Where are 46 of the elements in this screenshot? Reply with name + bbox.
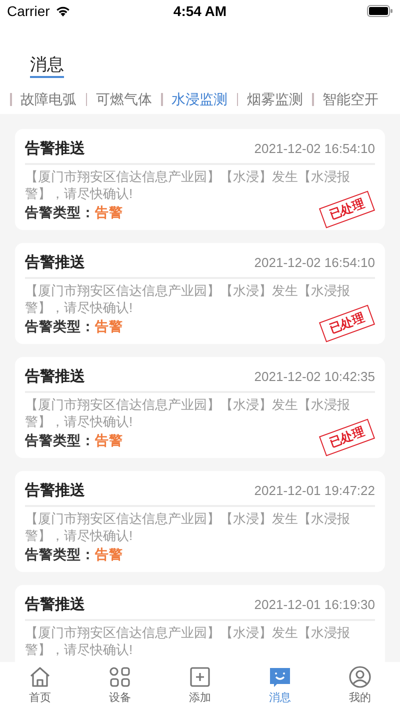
category-tab[interactable]: 水浸监测 [172, 88, 228, 110]
message-text: 【厦门市翔安区信达信息产业园】【水浸】发生【水浸报警】，请尽快确认! [25, 510, 351, 544]
message-title: 告警推送 [25, 481, 85, 501]
wifi-icon [54, 5, 71, 17]
message-card[interactable]: 告警推送 2021-12-01 16:19:30 【厦门市翔安区信达信息产业园】【水浸】发生【水浸报警】，请尽快确认! [15, 585, 385, 662]
tab-bar-item[interactable]: 首页 [0, 664, 80, 705]
status-time: 4:54 AM [173, 2, 227, 20]
category-tab[interactable]: 智能空开 [322, 88, 378, 110]
alarm-type-label: 告警类型： [25, 318, 95, 336]
grid-icon [107, 664, 133, 690]
alarm-type-value: 告警 [95, 318, 123, 336]
message-card[interactable]: 告警推送 2021-12-02 16:54:10 【厦门市翔安区信达信息产业园】【水浸】发生【水浸报警】，请尽快确认! 告警类型：告警 已处理 [15, 129, 385, 230]
tab-bar-item[interactable]: 设备 [80, 664, 160, 705]
page-title: 消息 [30, 54, 64, 78]
message-time: 2021-12-02 16:54:10 [254, 254, 375, 272]
carrier-text: Carrier [7, 2, 50, 20]
tab-bar-item[interactable]: 消息 [240, 664, 320, 705]
category-tab[interactable]: 可燃气体 [96, 88, 152, 110]
alarm-type-label: 告警类型： [25, 432, 95, 450]
message-title: 告警推送 [25, 139, 85, 159]
alarm-type-value: 告警 [95, 204, 123, 222]
alarm-type-label: 告警类型： [25, 546, 95, 564]
processed-stamp: 已处理 [318, 190, 376, 228]
alarm-type-value: 告警 [95, 432, 123, 450]
message-card[interactable]: 告警推送 2021-12-01 19:47:22 【厦门市翔安区信达信息产业园】【水浸】发生【水浸报警】，请尽快确认! 告警类型：告警 [15, 471, 385, 572]
category-tab[interactable]: 故障电弧 [20, 88, 76, 110]
battery-icon [366, 5, 393, 17]
message-time: 2021-12-02 10:42:35 [254, 368, 375, 386]
processed-stamp: 已处理 [318, 418, 376, 456]
message-time: 2021-12-01 16:19:30 [254, 596, 375, 614]
message-text: 【厦门市翔安区信达信息产业园】【水浸】发生【水浸报警】，请尽快确认! [25, 624, 351, 658]
processed-stamp: 已处理 [318, 304, 376, 342]
alarm-type-label: 告警类型： [25, 204, 95, 222]
message-time: 2021-12-02 16:54:10 [254, 140, 375, 158]
plus-square-icon [187, 664, 213, 690]
message-card[interactable]: 告警推送 2021-12-02 16:54:10 【厦门市翔安区信达信息产业园】【水浸】发生【水浸报警】，请尽快确认! 告警类型：告警 已处理 [15, 243, 385, 344]
user-icon [347, 664, 373, 690]
tab-bar-item[interactable]: 添加 [160, 664, 240, 705]
message-title: 告警推送 [25, 253, 85, 273]
message-card[interactable]: 告警推送 2021-12-02 10:42:35 【厦门市翔安区信达信息产业园】【水浸】发生【水浸报警】，请尽快确认! 告警类型：告警 已处理 [15, 357, 385, 458]
category-tab[interactable]: 烟雾监测 [247, 88, 303, 110]
message-title: 告警推送 [25, 367, 85, 387]
message-time: 2021-12-01 19:47:22 [254, 482, 375, 500]
message-title: 告警推送 [25, 595, 85, 615]
tab-bar-item[interactable]: 我的 [320, 664, 400, 705]
alarm-type-value: 告警 [95, 546, 123, 564]
